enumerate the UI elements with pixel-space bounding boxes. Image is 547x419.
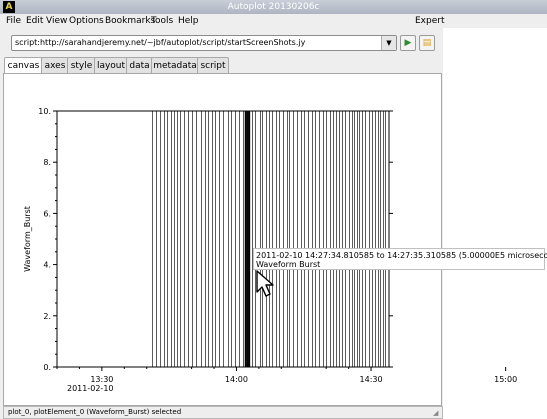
y-tick-label: 0. — [43, 363, 51, 372]
event-bars-group — [57, 110, 389, 368]
tooltip-dataset-name: Waveform Burst — [256, 260, 321, 269]
y-tick-label: 4. — [43, 261, 51, 270]
x-tick-label: 14:30 — [360, 375, 383, 384]
mouse-pointer-icon — [256, 270, 274, 297]
y-tick-label: 8. — [43, 158, 51, 167]
y-tick-label: 2. — [43, 312, 51, 321]
plot-canvas[interactable]: 0. 2. 4. 6. 8. 10. 13:30 14:00 14:30 15:00 Wavef… — [0, 0, 547, 419]
resize-grip-icon[interactable]: ◢ — [433, 409, 441, 417]
x-axis-date-label: 2011-02-10 — [67, 384, 114, 393]
x-tick-label: 13:30 — [90, 375, 113, 384]
y-tick-label: 6. — [43, 209, 51, 218]
x-tick-label: 15:00 — [494, 375, 517, 384]
tooltip-time-range: 2011-02-10 14:27:34.810585 to 14:27:35.3… — [256, 251, 547, 260]
y-axis-label: Waveform_Burst — [23, 206, 32, 272]
x-axis: 13:30 14:00 14:30 15:00 — [56, 367, 517, 384]
event-tooltip: 2011-02-10 14:27:34.810585 to 14:27:35.3… — [253, 248, 547, 270]
x-tick-label: 14:00 — [225, 375, 248, 384]
y-tick-label: 10. — [38, 107, 51, 116]
status-bar: plot_0, plotElement_0 (Waveform_Burst) s… — [3, 406, 443, 419]
